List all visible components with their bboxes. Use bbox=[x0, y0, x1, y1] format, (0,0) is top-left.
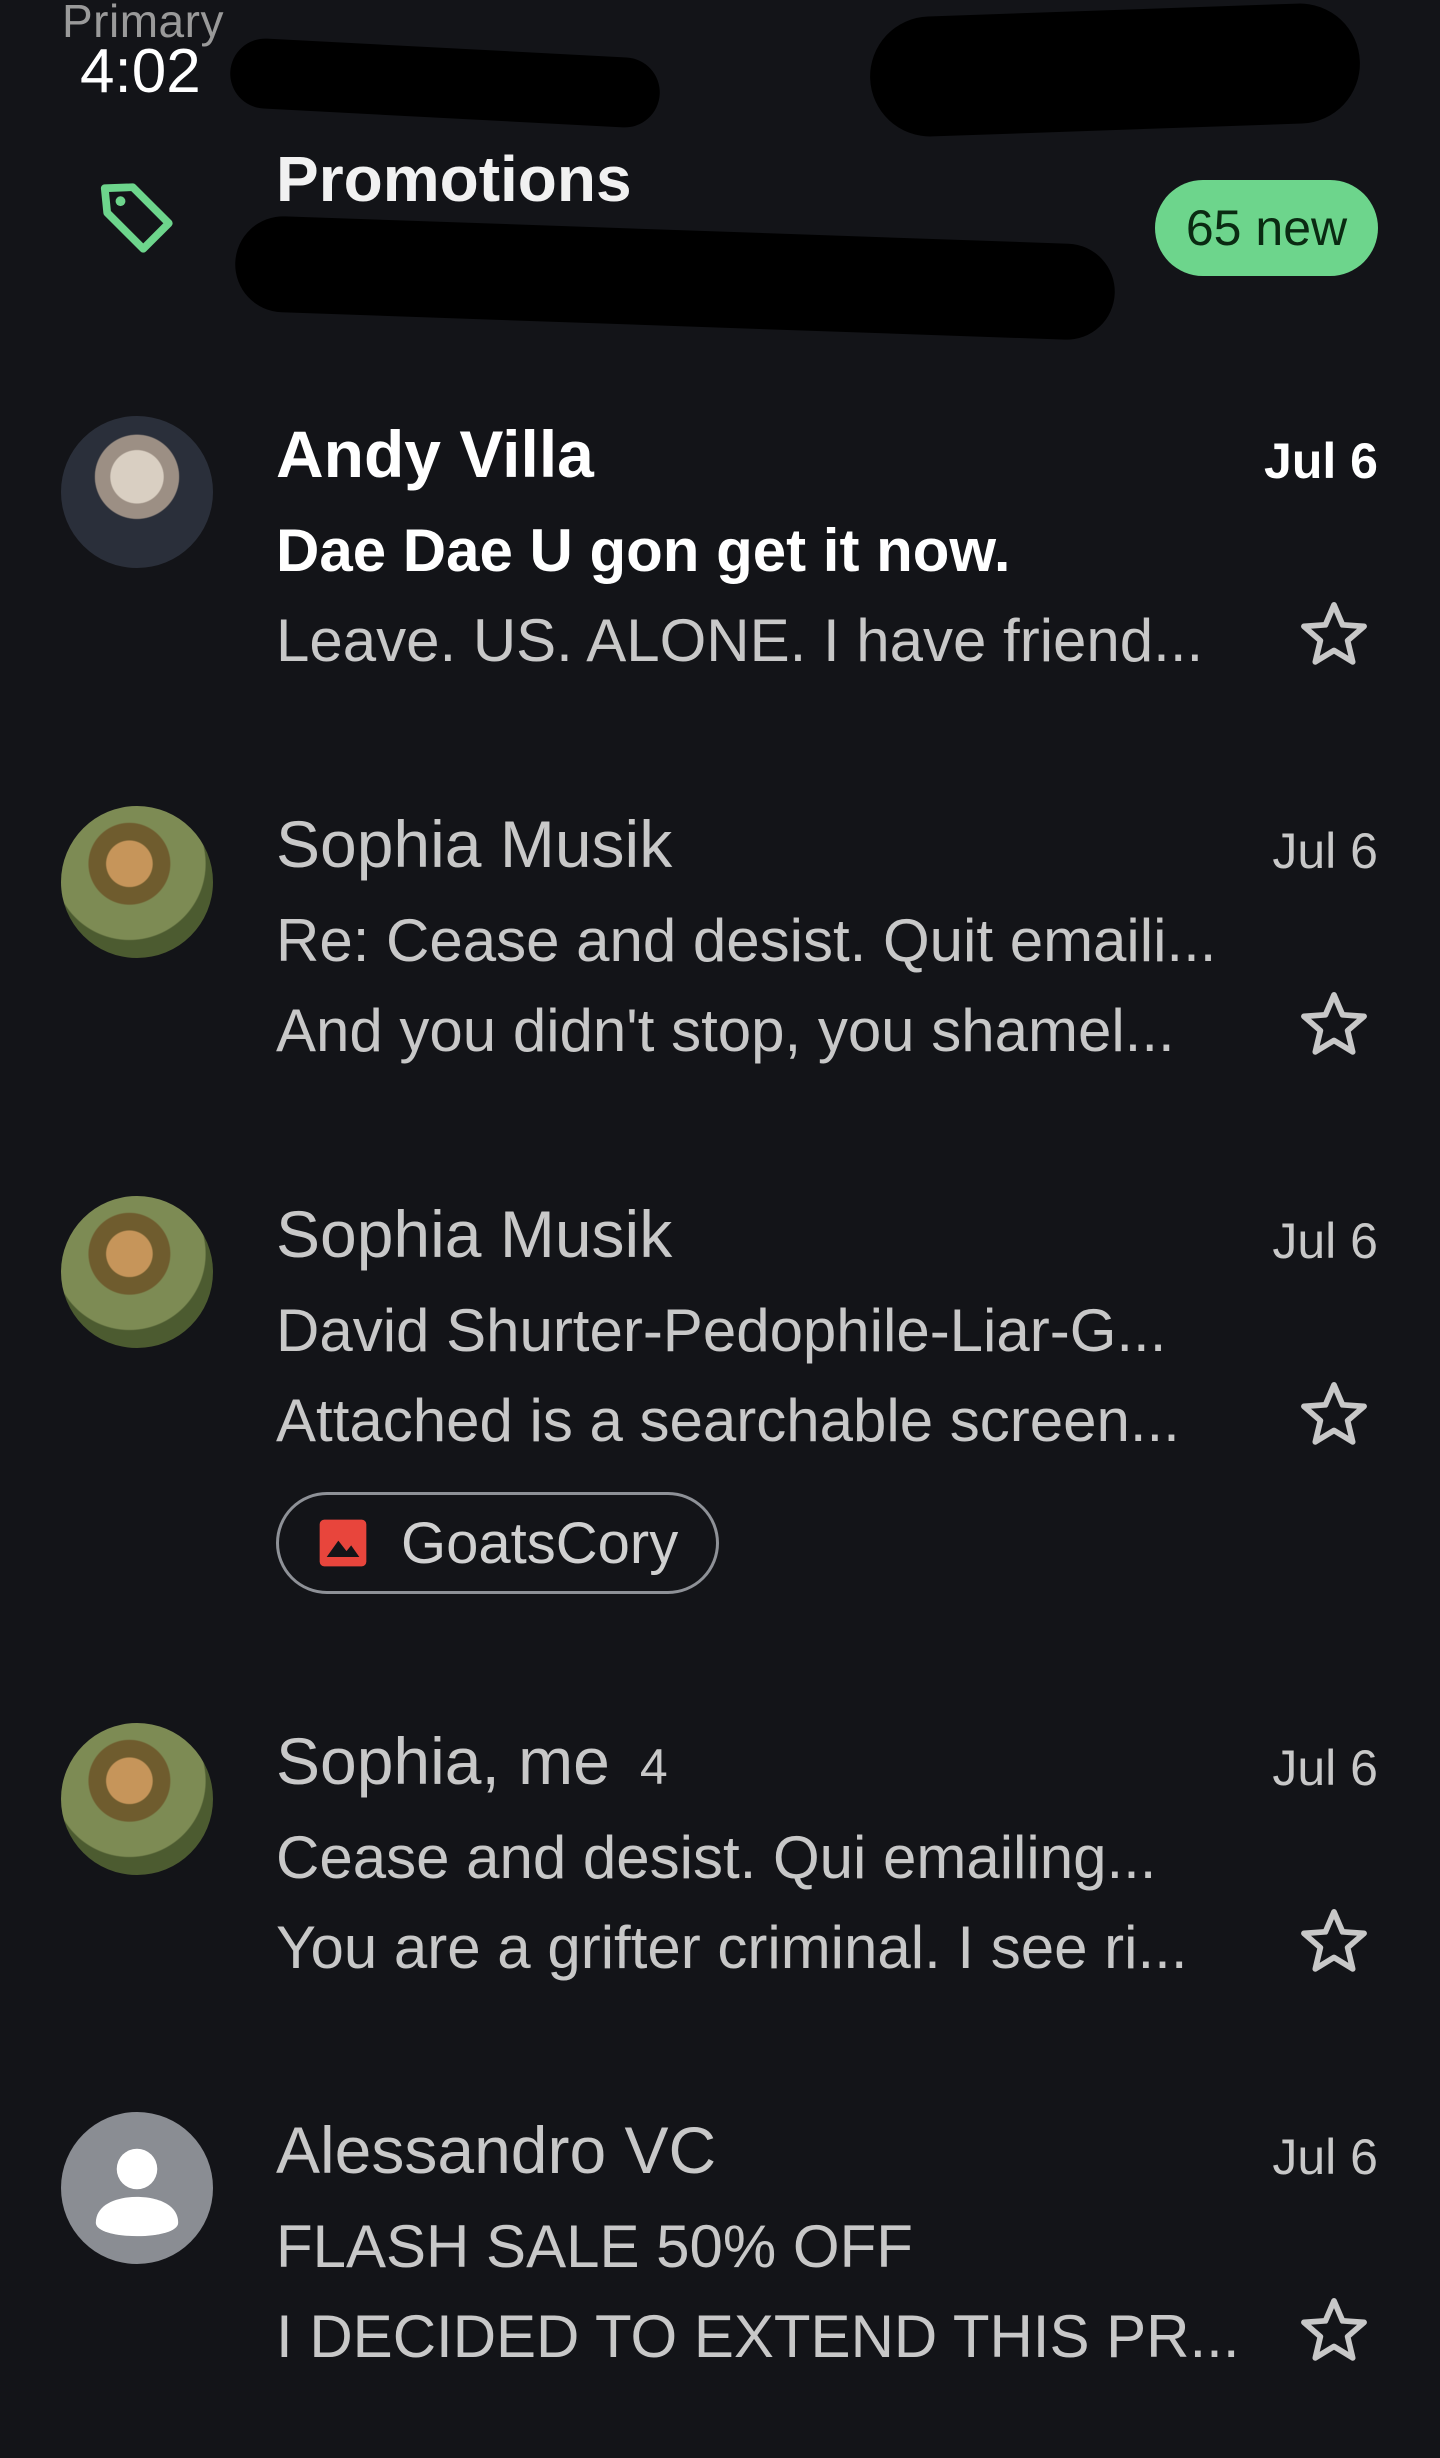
star-icon[interactable] bbox=[1296, 986, 1372, 1062]
avatar[interactable] bbox=[61, 2112, 213, 2264]
avatar[interactable] bbox=[61, 1196, 213, 1348]
avatar[interactable] bbox=[61, 1723, 213, 1875]
attachment-chip[interactable]: GoatsCory bbox=[276, 1492, 720, 1594]
email-sender-name: Sophia, me bbox=[276, 1724, 610, 1798]
email-date: Jul 6 bbox=[1264, 433, 1378, 489]
category-title[interactable]: Promotions bbox=[276, 142, 632, 216]
tag-icon bbox=[100, 183, 173, 253]
star-icon[interactable] bbox=[1296, 596, 1372, 672]
avatar[interactable] bbox=[61, 806, 213, 958]
email-row[interactable]: Sophia Musik Jul 6 David Shurter-Pedophi… bbox=[0, 1180, 1440, 1620]
email-sender: Sophia Musik bbox=[276, 807, 673, 881]
star-icon[interactable] bbox=[1296, 1376, 1372, 1452]
email-row[interactable]: Sophia, me 4 Jul 6 Cease and desist. Qui … bbox=[0, 1707, 1440, 2047]
email-snippet: You are a grifter criminal. I see ri... bbox=[276, 1914, 1188, 1981]
redaction-mark bbox=[233, 214, 1117, 342]
email-subject: Re: Cease and desist. Quit emaili... bbox=[276, 907, 1217, 974]
email-row[interactable]: Sophia Musik Jul 6 Re: Cease and desist.… bbox=[0, 790, 1440, 1130]
new-count-badge: 65 new bbox=[1155, 180, 1378, 276]
email-snippet: I DECIDED TO EXTEND THIS PR... bbox=[276, 2303, 1240, 2370]
email-subject: David Shurter-Pedophile-Liar-G... bbox=[276, 1297, 1167, 1364]
email-row[interactable]: Andy Villa Jul 6 Dae Dae U gon get it no… bbox=[0, 400, 1440, 740]
email-date: Jul 6 bbox=[1272, 823, 1378, 879]
thread-count: 4 bbox=[639, 1739, 668, 1795]
email-snippet: And you didn't stop, you shamel... bbox=[276, 997, 1175, 1064]
email-date: Jul 6 bbox=[1272, 2129, 1378, 2185]
star-icon[interactable] bbox=[1296, 1903, 1372, 1979]
avatar[interactable] bbox=[61, 416, 213, 568]
attachment-name: GoatsCory bbox=[401, 1510, 679, 1576]
person-icon bbox=[95, 2148, 179, 2237]
status-clock: 4:02 bbox=[80, 37, 201, 106]
email-date: Jul 6 bbox=[1272, 1740, 1378, 1796]
image-icon bbox=[319, 1519, 367, 1567]
email-sender: Andy Villa bbox=[276, 417, 594, 491]
email-sender: Sophia, me 4 bbox=[276, 1723, 668, 1799]
email-sender: Sophia Musik bbox=[276, 1197, 673, 1271]
email-snippet: Attached is a searchable screen... bbox=[276, 1387, 1180, 1454]
email-row[interactable]: Alessandro VC Jul 6 FLASH SALE 50% OFF I… bbox=[0, 2096, 1440, 2436]
redaction-mark bbox=[228, 36, 662, 130]
email-snippet: Leave. US. ALONE. I have friend... bbox=[276, 607, 1204, 674]
email-subject: FLASH SALE 50% OFF bbox=[276, 2213, 913, 2280]
redaction-mark bbox=[868, 1, 1362, 139]
email-subject: Cease and desist. Qui emailing... bbox=[276, 1824, 1157, 1891]
email-sender: Alessandro VC bbox=[276, 2113, 717, 2187]
star-icon[interactable] bbox=[1296, 2292, 1372, 2368]
email-subject: Dae Dae U gon get it now. bbox=[276, 517, 1011, 584]
email-date: Jul 6 bbox=[1272, 1213, 1378, 1269]
